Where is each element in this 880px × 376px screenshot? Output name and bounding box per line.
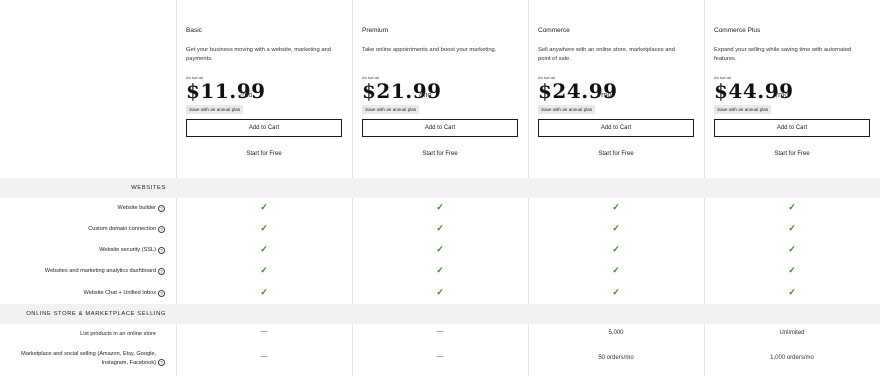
- not-included-dash: —: [436, 353, 444, 360]
- not-included-dash: —: [436, 328, 444, 335]
- plan-card-commerce-plus: Commerce Plus Expand your selling while …: [704, 0, 880, 178]
- feature-value: Unlimited: [779, 330, 805, 336]
- checkmark-icon: ✓: [260, 265, 268, 275]
- feature-label: Marketplace and social selling (Amazon, …: [21, 351, 156, 357]
- section-title: Online Store & Marketplace Selling: [26, 311, 166, 317]
- plan-description: Take online appointments and boost your …: [362, 47, 497, 53]
- question-circle-icon[interactable]: ?: [158, 290, 165, 297]
- add-to-cart-button[interactable]: Add to Cart: [362, 119, 518, 137]
- checkmark-icon: ✓: [436, 265, 444, 275]
- question-circle-icon[interactable]: ?: [158, 247, 165, 254]
- checkmark-icon: ✓: [788, 244, 796, 254]
- add-to-cart-button[interactable]: Add to Cart: [714, 119, 870, 137]
- feature-value: 5,000: [608, 330, 624, 336]
- feature-label: Website security (SSL): [99, 247, 156, 253]
- plan-name: Commerce: [538, 27, 570, 34]
- checkmark-icon: ✓: [788, 223, 796, 233]
- plan-card-basic: Basic Get your business moving with a we…: [176, 0, 352, 178]
- add-to-cart-button[interactable]: Add to Cart: [186, 119, 342, 137]
- pricing-comparison: Basic Get your business moving with a we…: [0, 0, 880, 376]
- question-circle-icon[interactable]: ?: [158, 226, 165, 233]
- checkmark-icon: ✓: [436, 244, 444, 254]
- checkmark-icon: ✓: [436, 287, 444, 297]
- start-for-free-link[interactable]: Start for Free: [352, 151, 528, 157]
- plan-description: Get your business moving with a website,…: [186, 47, 331, 62]
- plan-price: $11.99: [186, 79, 266, 103]
- plan-card-commerce: Commerce Sell anywhere with an online st…: [528, 0, 704, 178]
- checkmark-icon: ✓: [260, 202, 268, 212]
- plan-name: Premium: [362, 27, 389, 34]
- feature-value: 1,000 orders/mo: [770, 355, 814, 361]
- start-for-free-link[interactable]: Start for Free: [528, 151, 704, 157]
- feature-label: List products in an online store: [80, 331, 156, 337]
- not-included-dash: —: [260, 328, 268, 335]
- add-to-cart-button[interactable]: Add to Cart: [538, 119, 694, 137]
- price-period: /mo: [240, 90, 253, 99]
- checkmark-icon: ✓: [612, 287, 620, 297]
- feature-label: Website Chat + Unified Inbox: [83, 290, 156, 296]
- start-for-free-link[interactable]: Start for Free: [704, 151, 880, 157]
- plan-description: Expand your selling while saving time wi…: [714, 47, 852, 62]
- checkmark-icon: ✓: [260, 223, 268, 233]
- question-circle-icon[interactable]: ?: [158, 205, 165, 212]
- feature-value: 50 orders/mo: [598, 355, 634, 361]
- plan-name: Commerce Plus: [714, 27, 761, 34]
- checkmark-icon: ✓: [260, 287, 268, 297]
- question-circle-icon[interactable]: ?: [158, 359, 165, 366]
- checkmark-icon: ✓: [612, 244, 620, 254]
- not-included-dash: —: [260, 353, 268, 360]
- checkmark-icon: ✓: [612, 223, 620, 233]
- price-period: /mo: [599, 90, 612, 99]
- checkmark-icon: ✓: [612, 202, 620, 212]
- section-header-websites: Websites: [0, 178, 880, 198]
- annual-savings-badge: Save with an annual plan: [714, 105, 772, 114]
- price-period: /mo: [419, 90, 432, 99]
- checkmark-icon: ✓: [788, 265, 796, 275]
- checkmark-icon: ✓: [260, 244, 268, 254]
- checkmark-icon: ✓: [612, 265, 620, 275]
- feature-label: Instagram, Facebook): [101, 360, 156, 366]
- section-title: Websites: [131, 185, 166, 191]
- feature-label: Websites and marketing analytics dashboa…: [44, 268, 156, 274]
- price-period: /mo: [776, 90, 789, 99]
- plan-description: Sell anywhere with an online store, mark…: [538, 47, 675, 62]
- checkmark-icon: ✓: [788, 202, 796, 212]
- plan-card-premium: Premium Take online appointments and boo…: [352, 0, 528, 178]
- checkmark-icon: ✓: [436, 202, 444, 212]
- question-circle-icon[interactable]: ?: [158, 268, 165, 275]
- feature-label: Website builder: [117, 205, 156, 211]
- section-header-online-store: Online Store & Marketplace Selling: [0, 304, 880, 324]
- annual-savings-badge: Save with an annual plan: [186, 105, 244, 114]
- plan-name: Basic: [186, 27, 202, 34]
- annual-savings-badge: Save with an annual plan: [362, 105, 420, 114]
- annual-savings-badge: Save with an annual plan: [538, 105, 596, 114]
- checkmark-icon: ✓: [436, 223, 444, 233]
- checkmark-icon: ✓: [788, 287, 796, 297]
- start-for-free-link[interactable]: Start for Free: [176, 151, 352, 157]
- feature-label: Custom domain connection: [88, 226, 156, 232]
